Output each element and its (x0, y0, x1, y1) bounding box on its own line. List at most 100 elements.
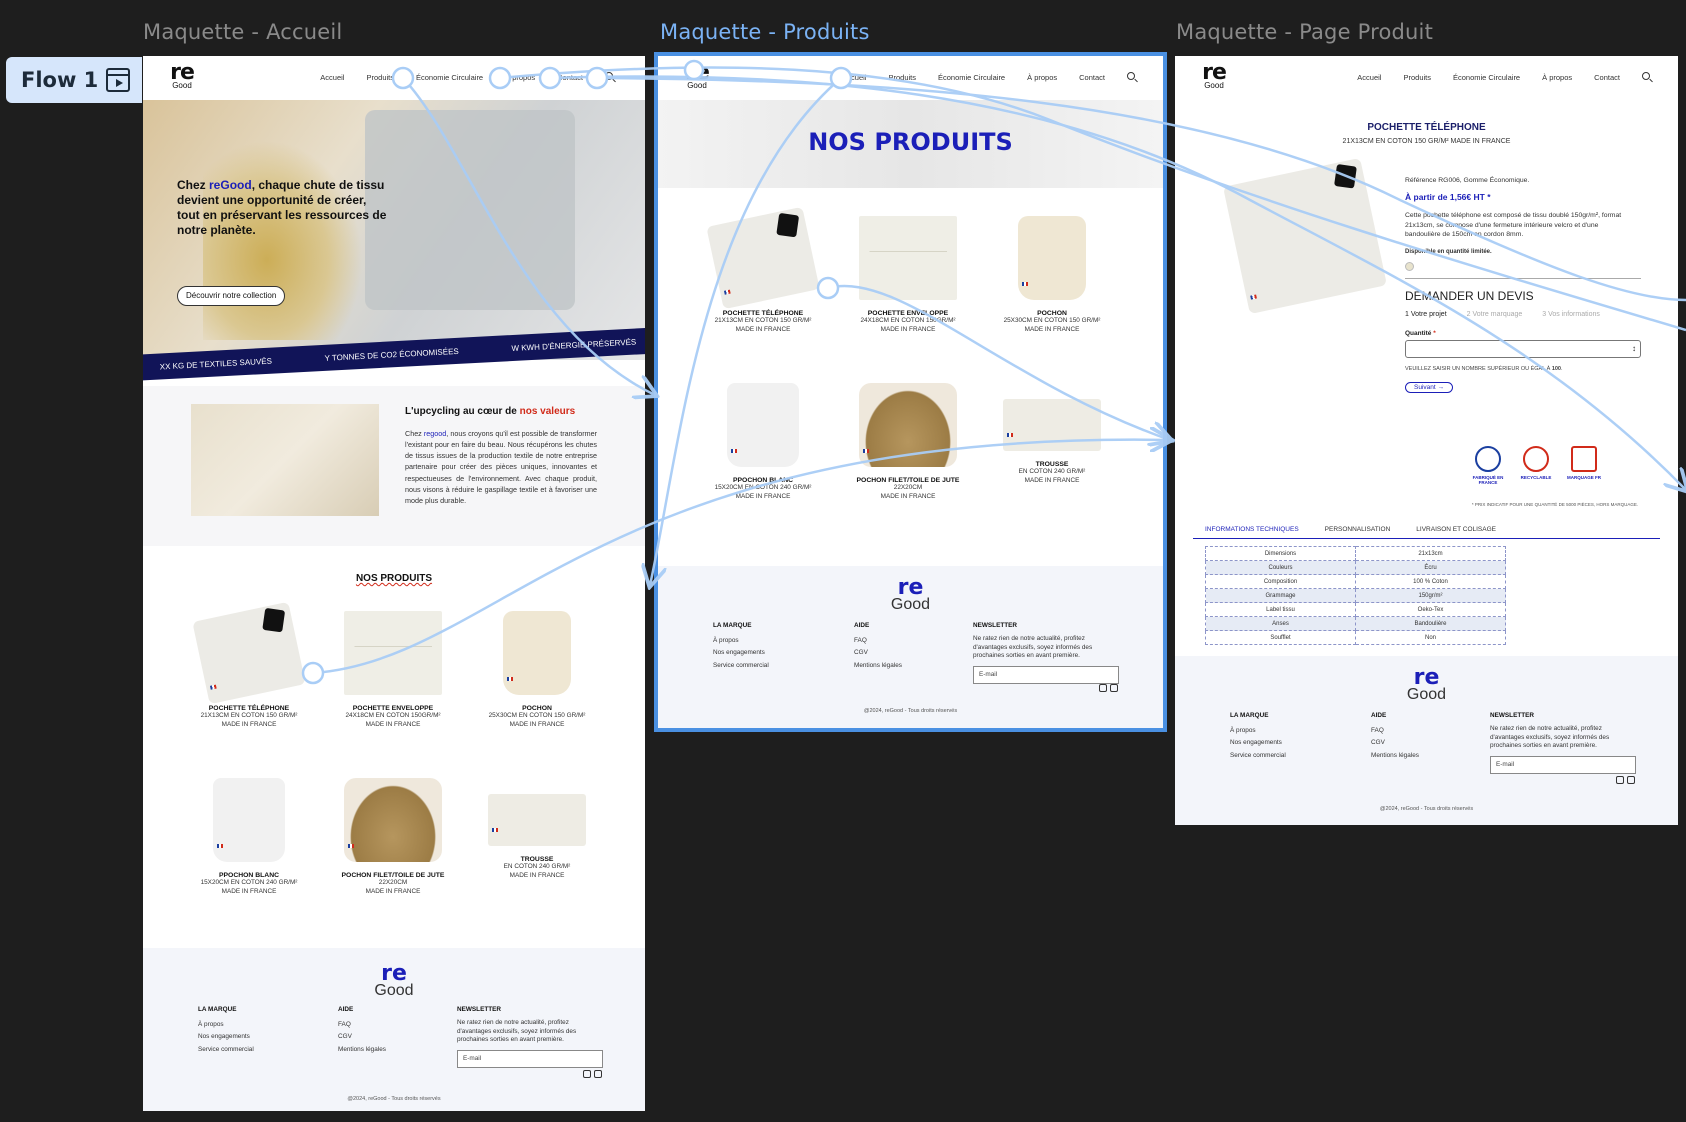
quantity-hint: VEUILLEZ SAISIR UN NOMBRE SUPÉRIEUR OU É… (1405, 366, 1563, 372)
footer-link-faq[interactable]: FAQ (338, 1019, 386, 1031)
color-swatch[interactable] (1405, 262, 1414, 272)
footer-link-engagements[interactable]: Nos engagements (1230, 737, 1286, 749)
footer-link-cgv[interactable]: CGV (854, 647, 902, 659)
product-card[interactable]: POCHETTE TÉLÉPHONE 21X13CM EN COTON 150 G… (698, 206, 828, 334)
footer-link-faq[interactable]: FAQ (1371, 725, 1419, 737)
footer-link-apropos[interactable]: À propos (198, 1019, 254, 1031)
next-button[interactable]: Suivant → (1405, 382, 1453, 393)
step-marquage[interactable]: 2 Votre marquage (1467, 311, 1523, 318)
footer-col-help: AIDE FAQ CGV Mentions légales (854, 620, 902, 672)
footer-link-mentions[interactable]: Mentions légales (854, 660, 902, 672)
footer-link-apropos[interactable]: À propos (713, 635, 769, 647)
step-projet[interactable]: 1 Votre projet (1405, 311, 1447, 318)
search-icon[interactable] (1642, 72, 1650, 80)
footer-link-service[interactable]: Service commercial (198, 1044, 254, 1056)
product-card[interactable]: POCHON 25X30CM EN COTON 150 GR/M² MADE IN … (472, 611, 602, 729)
newsletter-email-input[interactable]: E-mail (457, 1050, 603, 1069)
footer-link-apropos[interactable]: À propos (1230, 725, 1286, 737)
instagram-icon[interactable] (1110, 684, 1118, 692)
step-informations[interactable]: 3 Vos informations (1542, 311, 1600, 318)
nav-item-economie[interactable]: Économie Circulaire (1453, 73, 1520, 82)
search-icon[interactable] (605, 72, 613, 80)
frame-home[interactable]: re Good Accueil Produits Économie Circula… (143, 56, 645, 1111)
quantity-label: Quantité * (1405, 330, 1436, 337)
nav-item-apropos[interactable]: À propos (1027, 73, 1057, 82)
product-image (488, 794, 586, 846)
product-card[interactable]: POCHETTE ENVELOPPE 24X18CM EN COTON 150GR… (843, 216, 973, 334)
footer-link-service[interactable]: Service commercial (1230, 750, 1286, 762)
newsletter-email-input[interactable]: E-mail (973, 666, 1119, 685)
linkedin-icon[interactable] (1099, 684, 1107, 692)
product-card[interactable]: POCHON FILET/TOILE DE JUTE 22X20CM MADE IN… (843, 383, 973, 501)
nav-item-produits[interactable]: Produits (366, 73, 394, 82)
footer-link-engagements[interactable]: Nos engagements (198, 1031, 254, 1043)
product-name: POCHON (522, 705, 552, 712)
frame-title-home[interactable]: Maquette - Accueil (143, 20, 342, 44)
prototype-play-icon[interactable] (106, 68, 130, 92)
nav-item-apropos[interactable]: À propos (505, 73, 535, 82)
product-card[interactable]: PPOCHON BLANC 15X20CM EN COTON 240 GR/M² M… (698, 383, 828, 501)
product-size: 15X20CM EN COTON 240 GR/M² (200, 879, 298, 886)
frame-title-products[interactable]: Maquette - Produits (660, 20, 870, 44)
table-row: Couleurs Écru (1205, 560, 1506, 575)
footer-link-service[interactable]: Service commercial (713, 660, 769, 672)
nav-item-apropos[interactable]: À propos (1542, 73, 1572, 82)
product-name: POCHON FILET/TOILE DE JUTE (856, 477, 960, 484)
stock-status: Disponible en quantité limitée. (1405, 248, 1492, 255)
product-card[interactable]: TROUSSE EN COTON 240 GR/M² MADE IN FRANCE (987, 383, 1117, 485)
linkedin-icon[interactable] (583, 1070, 591, 1078)
product-name: POCHETTE ENVELOPPE (867, 310, 949, 317)
nav-item-accueil[interactable]: Accueil (320, 73, 344, 82)
table-row: Dimensions 21x13cm (1205, 546, 1506, 561)
product-card[interactable]: POCHETTE TÉLÉPHONE 21X13CM EN COTON 150 G… (184, 601, 314, 729)
product-card[interactable]: POCHETTE ENVELOPPE 24X18CM EN COTON 150GR… (328, 611, 458, 729)
footer-link-faq[interactable]: FAQ (854, 635, 902, 647)
linkedin-icon[interactable] (1616, 776, 1624, 784)
flow-start-chip[interactable]: Flow 1 (6, 57, 142, 103)
product-tabs: INFORMATIONS TECHNIQUES PERSONNALISATION… (1193, 526, 1660, 539)
tab-personnalisation[interactable]: PERSONNALISATION (1325, 526, 1391, 533)
footer-logo[interactable]: re Good (374, 963, 413, 999)
logo[interactable]: re Good (1199, 62, 1229, 90)
product-card[interactable]: POCHON 25X30CM EN COTON 150 GR/M² MADE IN … (987, 216, 1117, 334)
frame-title-product[interactable]: Maquette - Page Produit (1176, 20, 1433, 44)
social-links (1616, 776, 1635, 784)
nav-item-contact[interactable]: Contact (1594, 73, 1620, 82)
nav-item-accueil[interactable]: Accueil (1357, 73, 1381, 82)
discover-collection-button[interactable]: Découvrir notre collection (177, 286, 286, 306)
search-icon[interactable] (1127, 72, 1135, 80)
instagram-icon[interactable] (1627, 776, 1635, 784)
nav-item-accueil[interactable]: Accueil (842, 73, 866, 82)
footer-link-cgv[interactable]: CGV (1371, 737, 1419, 749)
nav-item-produits[interactable]: Produits (1403, 73, 1431, 82)
hero: Chez reGood, chaque chute de tissu devie… (143, 100, 645, 360)
product-card[interactable]: TROUSSE EN COTON 240 GR/M² MADE IN FRANCE (472, 778, 602, 880)
tab-livraison[interactable]: LIVRAISON ET COLISAGE (1416, 526, 1496, 533)
footer-newsletter: NEWSLETTER Ne ratez rien de notre actual… (973, 620, 1119, 685)
nav-item-economie[interactable]: Économie Circulaire (938, 73, 1005, 82)
copyright: @2024, reGood - Tous droits réservés (863, 708, 958, 714)
frame-products[interactable]: re Good Accueil Produits Économie Circula… (654, 52, 1167, 732)
newsletter-email-input[interactable]: E-mail (1490, 756, 1636, 775)
logo[interactable]: re Good (682, 62, 712, 90)
nav-item-contact[interactable]: Contact (557, 73, 583, 82)
instagram-icon[interactable] (594, 1070, 602, 1078)
nav-item-contact[interactable]: Contact (1079, 73, 1105, 82)
footer-link-cgv[interactable]: CGV (338, 1031, 386, 1043)
footer-logo[interactable]: re Good (891, 577, 930, 613)
nav-item-produits[interactable]: Produits (888, 73, 916, 82)
frame-product-page[interactable]: re Good Accueil Produits Économie Circula… (1175, 56, 1678, 825)
footer-link-mentions[interactable]: Mentions légales (338, 1044, 386, 1056)
product-card[interactable]: PPOCHON BLANC 15X20CM EN COTON 240 GR/M² M… (184, 778, 314, 896)
nav-item-economie[interactable]: Économie Circulaire (416, 73, 483, 82)
logo[interactable]: re Good (167, 62, 197, 90)
tab-informations[interactable]: INFORMATIONS TECHNIQUES (1205, 526, 1299, 533)
products-section-title: NOS PRODUITS (355, 573, 433, 584)
product-card[interactable]: POCHON FILET/TOILE DE JUTE 22X20CM MADE IN… (328, 778, 458, 896)
footer-link-engagements[interactable]: Nos engagements (713, 647, 769, 659)
spec-value: Écru (1355, 560, 1506, 575)
footer-link-mentions[interactable]: Mentions légales (1371, 750, 1419, 762)
quantity-stepper[interactable] (1405, 340, 1641, 358)
certification-badges: FABRIQUÉ EN FRANCE RECYCLABLE MARQUAGE F… (1470, 446, 1602, 485)
footer-logo[interactable]: re Good (1407, 667, 1446, 703)
